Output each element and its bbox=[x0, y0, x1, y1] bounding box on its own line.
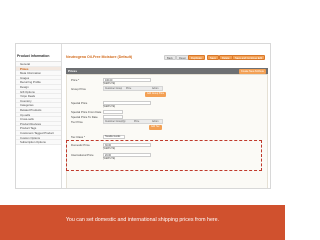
back-button[interactable]: Back bbox=[164, 55, 176, 60]
special-price-label: Special Price bbox=[71, 101, 88, 105]
tier-col-price: Price bbox=[134, 120, 140, 123]
tier-price-table: Customer Group Qty Price Action bbox=[103, 119, 163, 124]
tier-col-action: Action bbox=[152, 120, 159, 123]
admin-window: Product Information General Prices Meta … bbox=[15, 43, 271, 189]
special-to-input[interactable] bbox=[103, 114, 123, 119]
add-tier-button[interactable]: Add Tier bbox=[149, 125, 162, 130]
save-button[interactable]: Save bbox=[207, 55, 219, 60]
shipping-prices-highlight bbox=[66, 140, 262, 171]
sidebar: Product Information General Prices Meta … bbox=[16, 44, 62, 188]
tier-col-qty: Qty bbox=[122, 120, 126, 123]
save-continue-button[interactable]: Save and Continue Edit bbox=[232, 55, 266, 60]
group-col-price: Price bbox=[126, 87, 132, 90]
tier-col-customer-group: Customer Group bbox=[105, 120, 122, 123]
special-price-input[interactable] bbox=[103, 100, 151, 105]
product-title: Neutrogena Oil-Free Moisture (Default) bbox=[66, 55, 133, 59]
page-header: Neutrogena Oil-Free Moisture (Default) B… bbox=[64, 55, 268, 61]
special-from-label: Special Price From Date bbox=[71, 110, 102, 114]
group-col-action: Action bbox=[152, 87, 159, 90]
tier-price-label: Tier Price bbox=[71, 120, 83, 124]
special-to-label: Special Price To Date bbox=[71, 115, 98, 119]
prices-form: Price * 100.00 [WEBSITE] Group Price Cus… bbox=[66, 74, 268, 188]
add-group-price-button[interactable]: Add Group Price bbox=[145, 92, 166, 97]
create-attribute-button[interactable]: Create New Attribute bbox=[238, 68, 266, 74]
group-col-customer-group: Customer Group bbox=[105, 87, 122, 90]
group-price-label: Group Price bbox=[71, 87, 86, 91]
special-price-scope: [WEBSITE] bbox=[103, 105, 116, 108]
group-price-table: Customer Group Price Action bbox=[103, 86, 163, 91]
price-scope: [WEBSITE] bbox=[103, 82, 116, 85]
tax-class-label: Tax Class * bbox=[71, 135, 85, 139]
sidebar-title: Product Information bbox=[17, 54, 50, 58]
price-input[interactable]: 100.00 bbox=[103, 77, 151, 82]
special-from-input[interactable] bbox=[103, 109, 123, 114]
main-content: Neutrogena Oil-Free Moisture (Default) B… bbox=[64, 44, 270, 188]
tax-class-select[interactable]: Taxable Goods bbox=[103, 134, 125, 139]
price-label: Price * bbox=[71, 78, 80, 82]
caption-banner: You can set domestic and international s… bbox=[0, 205, 285, 240]
panel-title: Prices bbox=[68, 68, 78, 73]
sidebar-item-subscription-options[interactable]: Subscription Options bbox=[16, 140, 61, 145]
caption-text: You can set domestic and international s… bbox=[65, 217, 220, 223]
duplicate-button[interactable]: Duplicate bbox=[188, 55, 205, 60]
reset-button[interactable]: Reset bbox=[176, 55, 189, 60]
delete-button[interactable]: Delete bbox=[219, 55, 233, 60]
sidebar-list: General Prices Meta Information Images R… bbox=[16, 61, 61, 145]
